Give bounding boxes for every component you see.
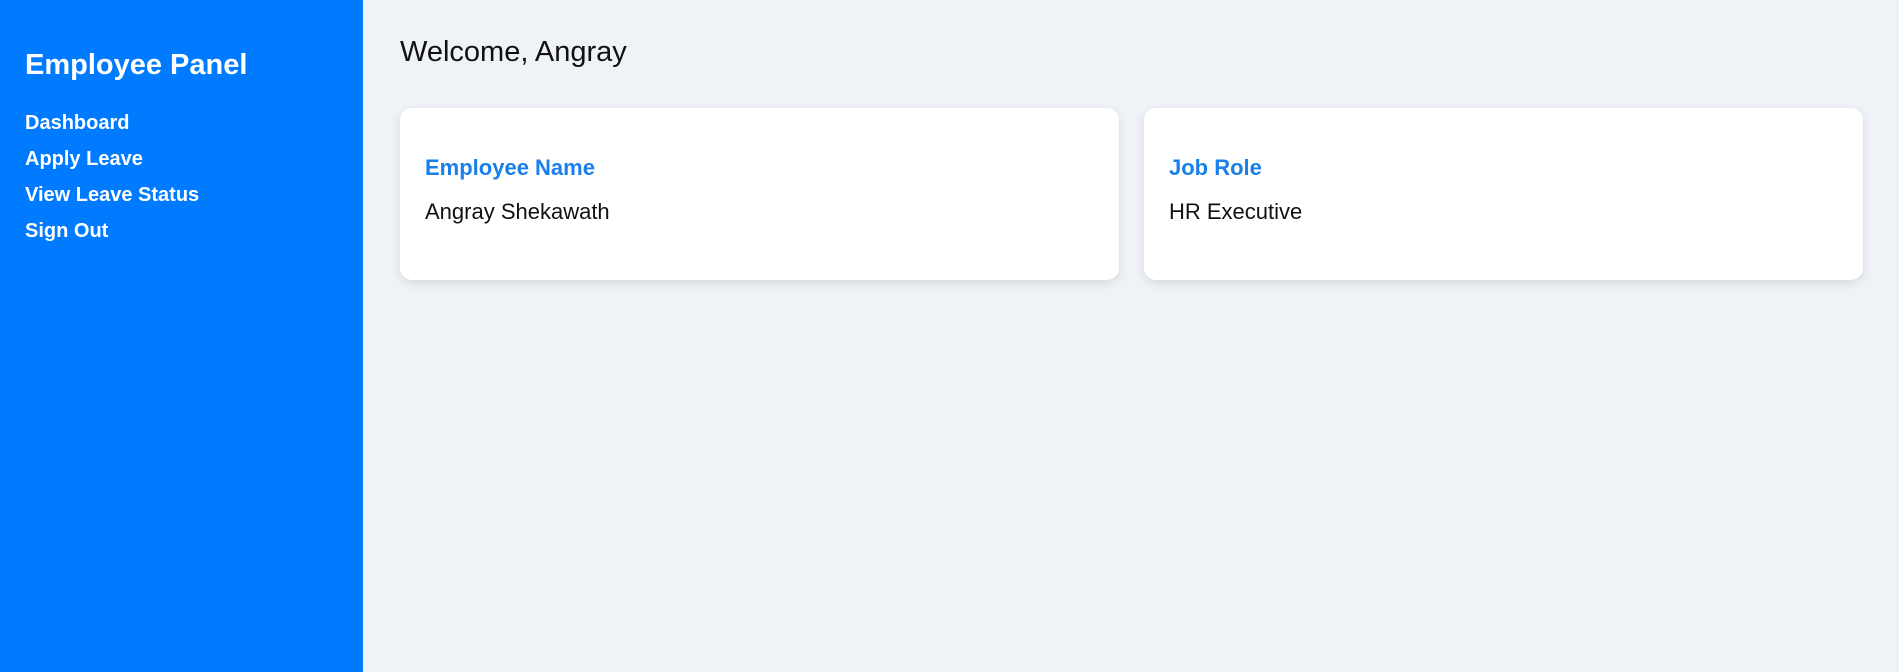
job-role-card: Job Role HR Executive (1144, 108, 1863, 280)
sidebar-item-sign-out[interactable]: Sign Out (25, 219, 338, 243)
card-value: HR Executive (1169, 199, 1303, 224)
card-label: Employee Name (425, 155, 595, 180)
card-value: Angray Shekawath (425, 199, 610, 224)
sidebar-item-apply-leave[interactable]: Apply Leave (25, 147, 338, 171)
sidebar-title: Employee Panel (25, 49, 248, 81)
info-cards: Employee Name Angray Shekawath Job Role … (400, 108, 1863, 280)
sidebar-item-view-leave-status[interactable]: View Leave Status (25, 183, 338, 207)
sidebar: Employee Panel Dashboard Apply Leave Vie… (0, 0, 363, 672)
main-content: Welcome, Angray Employee Name Angray She… (363, 0, 1899, 672)
employee-name-card: Employee Name Angray Shekawath (400, 108, 1119, 280)
card-label: Job Role (1169, 155, 1262, 180)
sidebar-nav: Dashboard Apply Leave View Leave Status … (25, 111, 338, 243)
sidebar-item-dashboard[interactable]: Dashboard (25, 111, 338, 135)
welcome-heading: Welcome, Angray (400, 36, 627, 68)
